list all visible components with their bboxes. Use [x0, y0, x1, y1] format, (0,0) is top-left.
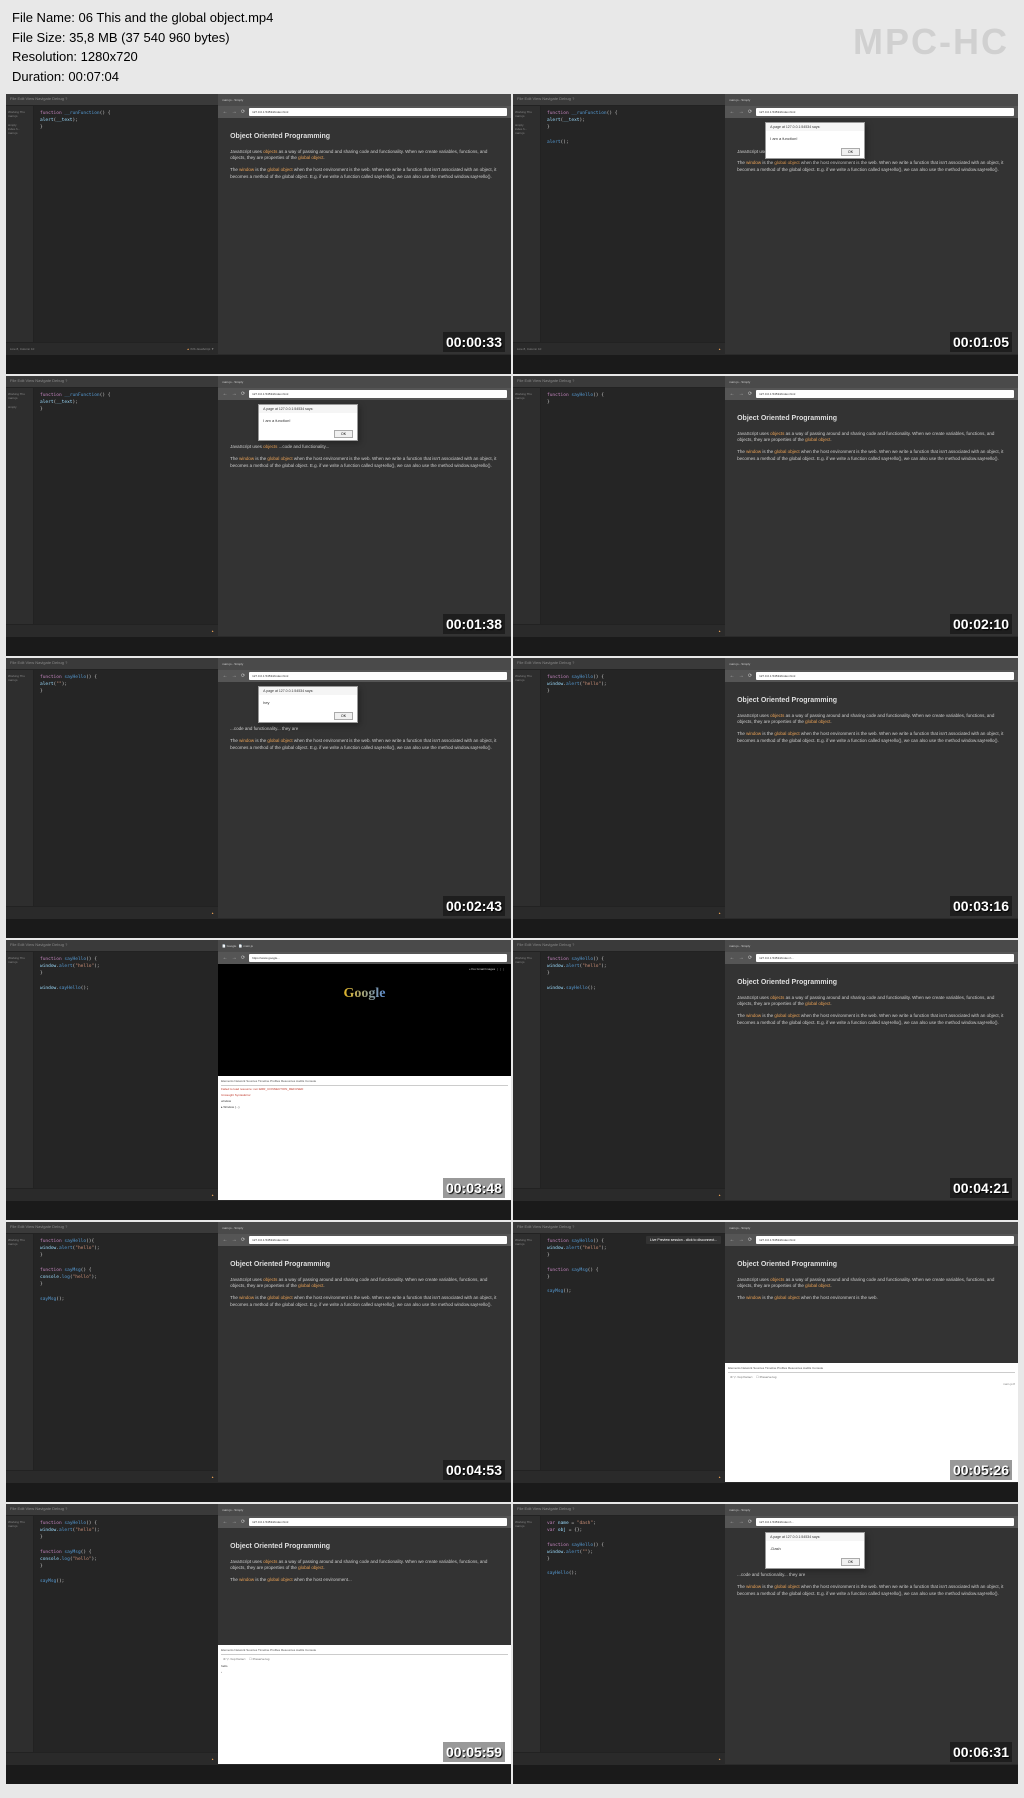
code-editor: function __runFunction() { alert(__text)…: [34, 106, 218, 342]
google-page: +You Gmail Images ⋮⋮⋮ Google: [218, 964, 511, 1076]
thumbnail[interactable]: File Edit View Navigate Debug ? Working …: [513, 940, 1018, 1220]
thumbnail[interactable]: File Edit View Navigate Debug ? Working …: [513, 1504, 1018, 1784]
alert-dialog: A page at 127.0.0.1:54534 says: I am a f…: [765, 122, 865, 159]
thumbnail[interactable]: File Edit View Navigate Debug ? Working …: [6, 658, 511, 938]
filesize: 35,8 MB (37 540 960 bytes): [69, 30, 229, 45]
thumbnail-grid: File Edit View Navigate Debug ? Working …: [0, 94, 1024, 1790]
file-info-header: File Name: 06 This and the global object…: [0, 0, 1024, 94]
thumbnail[interactable]: File Edit View Navigate Debug ? Working …: [513, 1222, 1018, 1502]
thumbnail[interactable]: File Edit View Navigate Debug ? Working …: [6, 1504, 511, 1784]
forward-icon: →: [231, 109, 237, 115]
resolution: 1280x720: [81, 49, 138, 64]
thumbnail[interactable]: File Edit View Navigate Debug ? Working …: [6, 376, 511, 656]
live-preview-tooltip: Live Preview session - click to disconne…: [646, 1236, 721, 1244]
thumbnail[interactable]: File Edit View Navigate Debug ? Working …: [6, 940, 511, 1220]
alert-dialog: A page at 127.0.0.1:54534 says: -Dash OK: [765, 1532, 865, 1569]
browser-tab: main.js - Simply: [218, 94, 511, 106]
thumbnail[interactable]: File Edit View Navigate Debug ? Working …: [513, 376, 1018, 656]
duration: 00:07:04: [68, 69, 119, 84]
editor-menu: File Edit View Navigate Debug ?: [6, 94, 218, 106]
thumbnail[interactable]: File Edit View Navigate Debug ? Working …: [6, 1222, 511, 1502]
thumbnail[interactable]: File Edit View Navigate Debug ? Working …: [6, 94, 511, 374]
thumbnail[interactable]: File Edit View Navigate Debug ? Working …: [513, 658, 1018, 938]
alert-dialog: A page at 127.0.0.1:54534 says: I am a f…: [258, 404, 358, 441]
page-content: Object Oriented Programming JavaScript u…: [218, 118, 511, 354]
timestamp: 00:00:33: [443, 332, 505, 352]
editor-sidebar: Working Thu main.js simply index.h... ma…: [6, 106, 34, 342]
alert-dialog: A page at 127.0.0.1:54534 says: hey OK: [258, 686, 358, 723]
app-logo: MPC-HC: [853, 15, 1009, 69]
filename: 06 This and the global object.mp4: [78, 10, 273, 25]
back-icon: ←: [222, 109, 228, 115]
reload-icon: ⟳: [240, 109, 246, 115]
thumbnail[interactable]: File Edit View Navigate Debug ? Working …: [513, 94, 1018, 374]
ok-button: OK: [841, 148, 860, 156]
url-bar: 127.0.0.1:54534/index.html: [249, 108, 507, 116]
